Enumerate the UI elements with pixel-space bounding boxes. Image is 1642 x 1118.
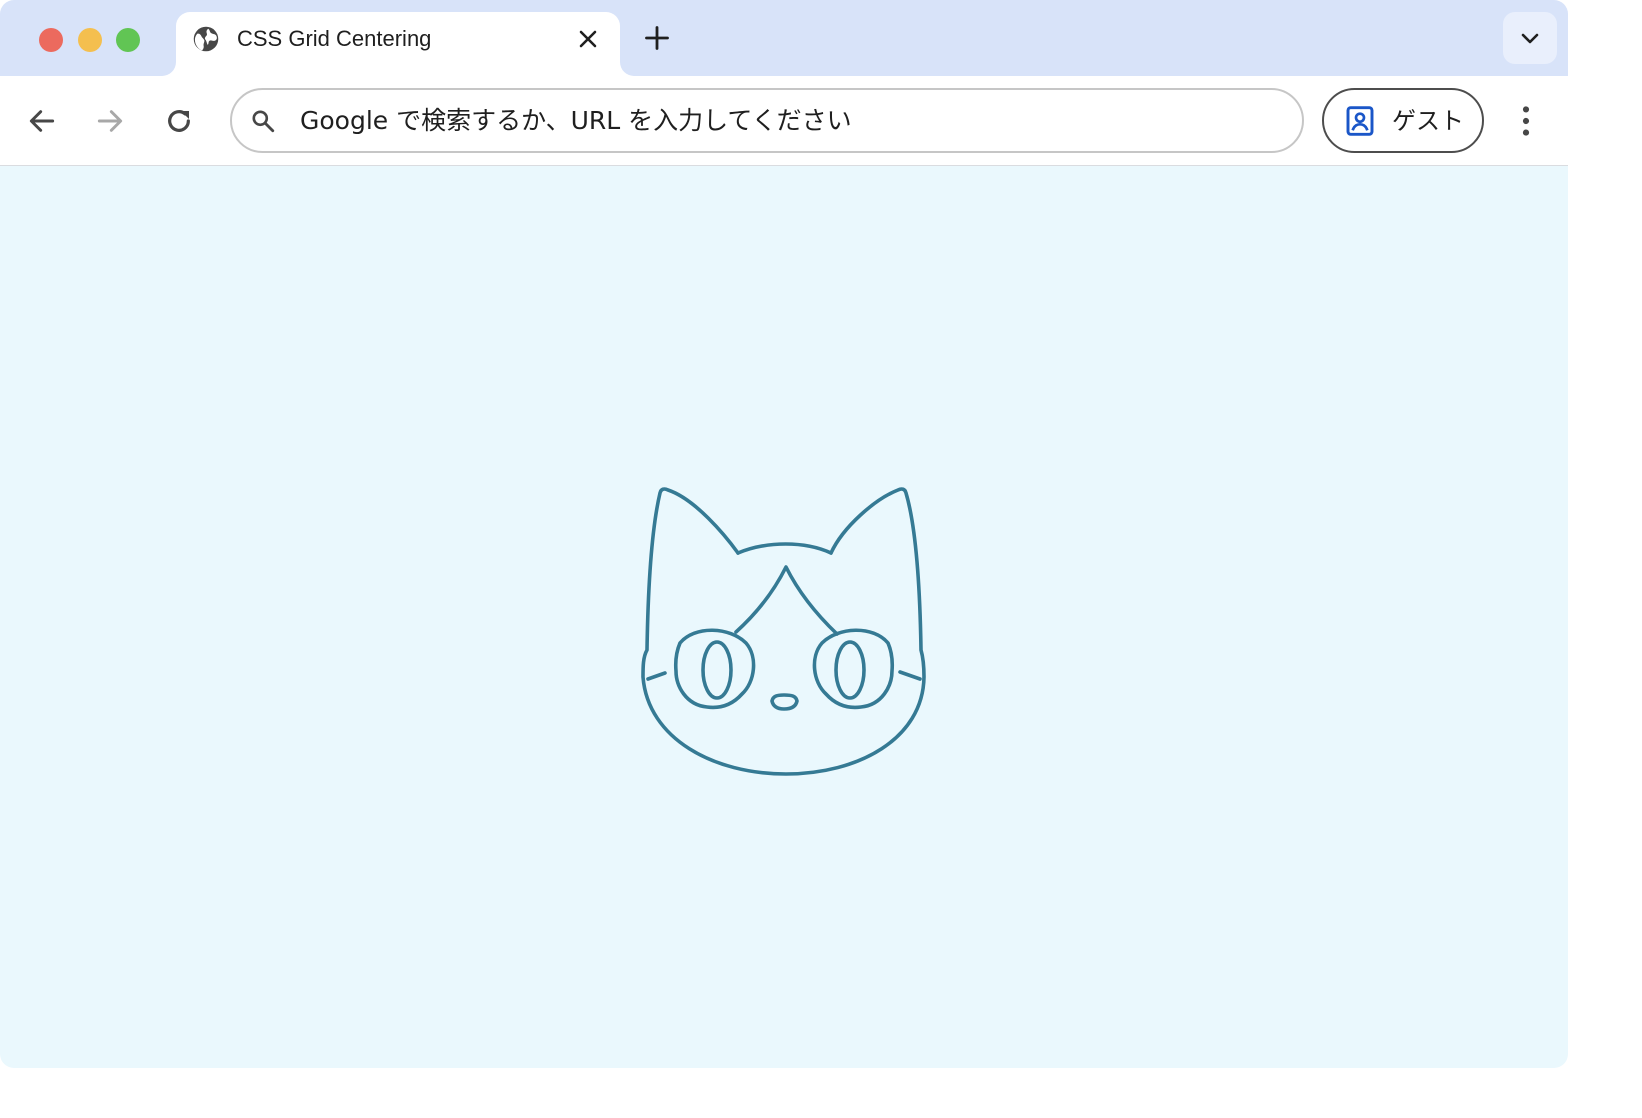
toolbar: ゲスト [0,76,1568,166]
arrow-right-icon[interactable] [94,105,126,137]
browser-window: CSS Grid Centering Google で検索するか、URL を入力… [0,0,1568,1068]
page-content [0,166,1568,1068]
profile-button[interactable]: ゲスト [1322,88,1484,153]
zoom-window-button[interactable] [116,28,140,52]
plus-icon[interactable] [643,24,671,52]
tab-strip: CSS Grid Centering [0,0,1568,76]
profile-label: ゲスト [1392,107,1464,135]
person-badge-icon [1346,106,1374,136]
reload-icon[interactable] [163,105,195,137]
close-icon[interactable] [576,27,600,51]
chevron-down-icon [1521,33,1539,44]
cat-face-icon [641,487,926,776]
arrow-left-icon[interactable] [26,105,58,137]
tab-search-button[interactable] [1503,12,1557,64]
address-input[interactable] [300,99,1280,141]
globe-icon [193,26,219,52]
tab-title: CSS Grid Centering [237,26,432,51]
more-vert-icon[interactable] [1510,103,1542,139]
search-icon [252,110,275,133]
address-bar[interactable] [230,88,1304,153]
tab-active[interactable]: CSS Grid Centering [176,12,620,76]
close-window-button[interactable] [39,28,63,52]
minimize-window-button[interactable] [78,28,102,52]
